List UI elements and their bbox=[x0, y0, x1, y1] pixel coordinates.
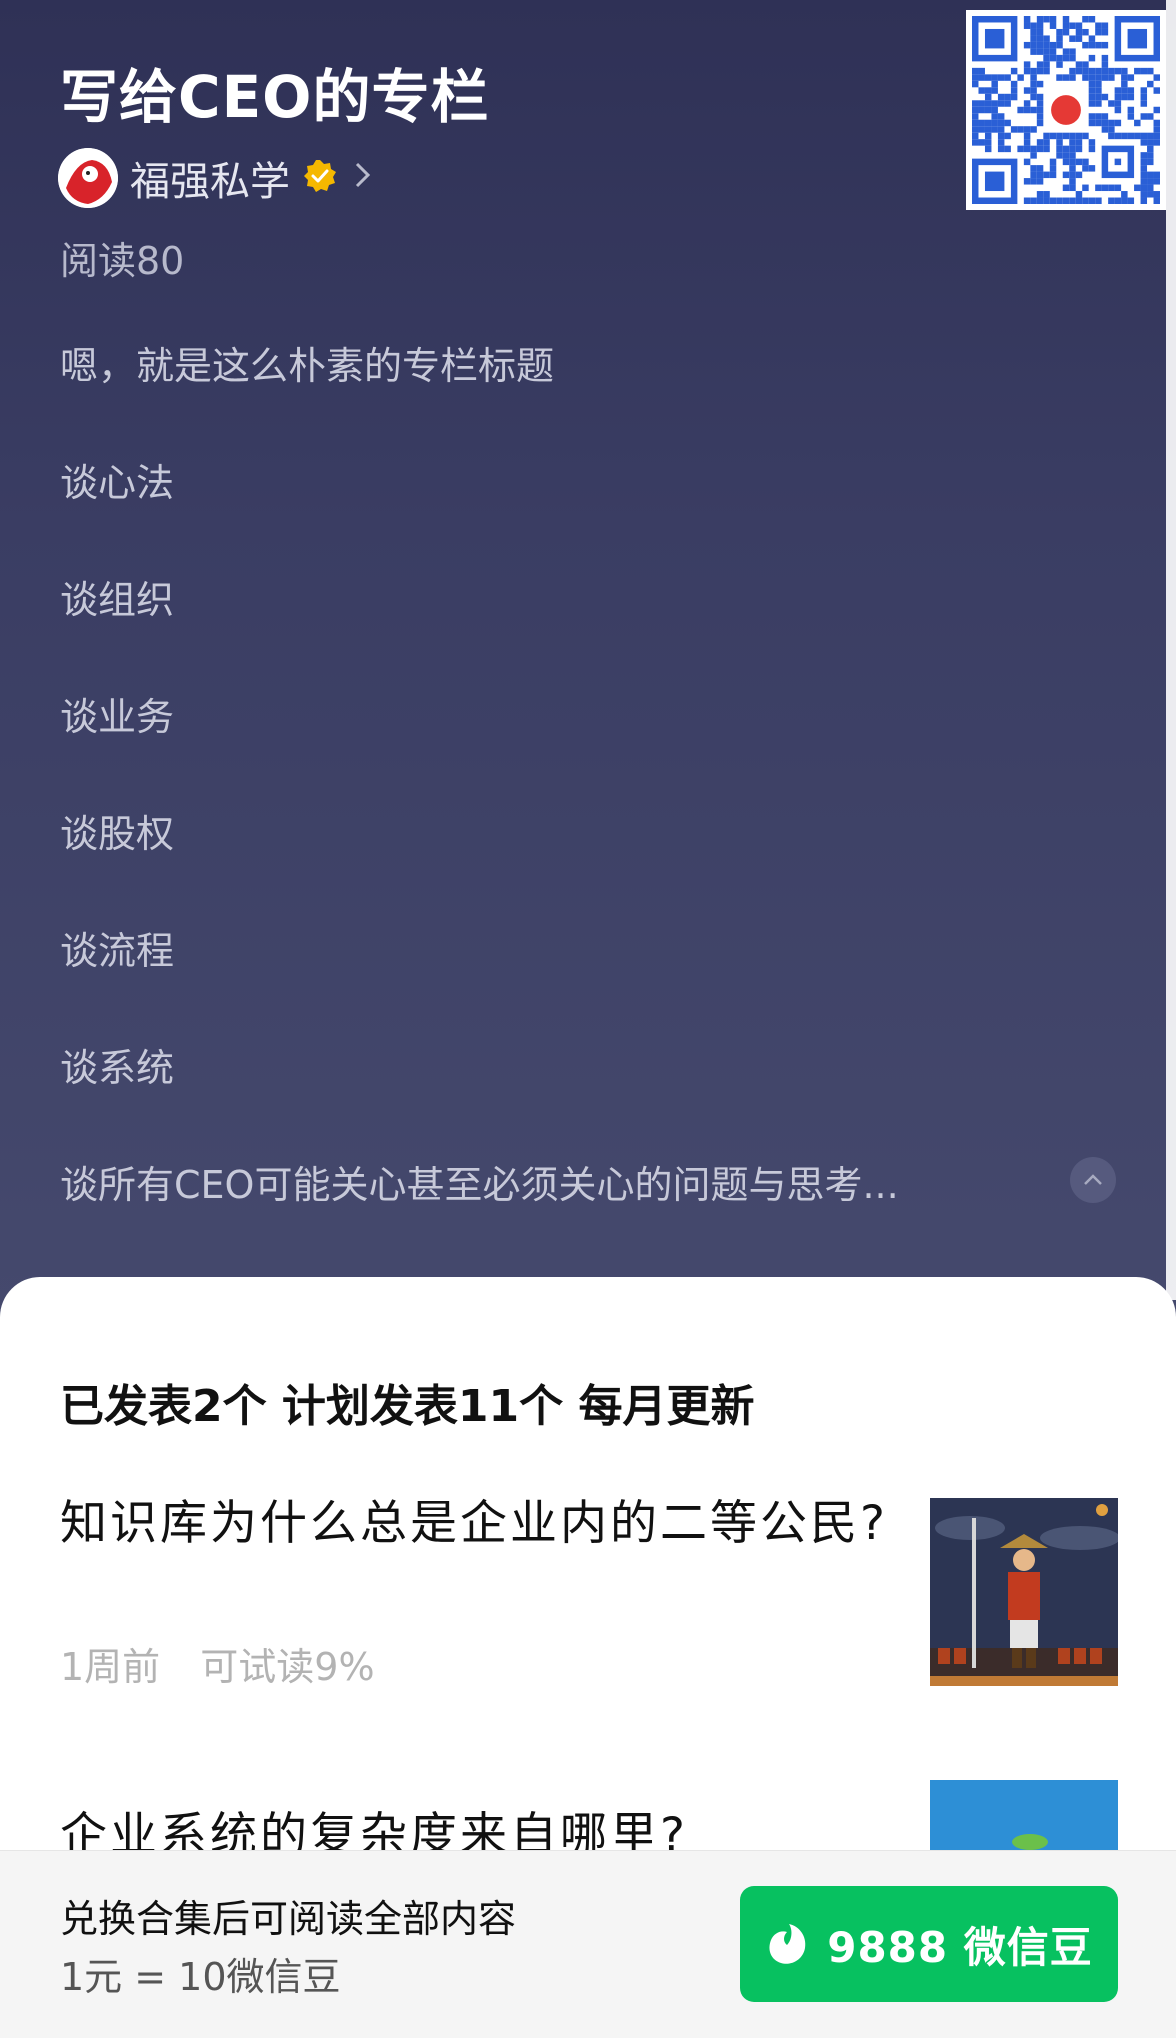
avatar[interactable] bbox=[58, 148, 118, 208]
chevron-right-icon[interactable] bbox=[354, 158, 372, 199]
edge-strip bbox=[1166, 0, 1176, 1300]
exchange-button-label: 9888 微信豆 bbox=[827, 1922, 1093, 1972]
publish-stats: 已发表2个 计划发表11个 每月更新 bbox=[60, 1381, 755, 1432]
description-line: 谈股权 bbox=[60, 812, 175, 856]
collapse-button[interactable] bbox=[1070, 1157, 1116, 1203]
wechat-bean-icon bbox=[769, 1924, 806, 1964]
unlock-hint: 兑换合集后可阅读全部内容 bbox=[60, 1897, 517, 1941]
description-line: 谈流程 bbox=[60, 929, 175, 973]
exchange-rate: 1元 = 10微信豆 bbox=[60, 1955, 341, 1999]
author-row[interactable]: 福强私学 bbox=[58, 148, 372, 208]
read-count: 阅读80 bbox=[60, 239, 185, 283]
description-line: 谈心法 bbox=[60, 461, 175, 505]
author-name[interactable]: 福强私学 bbox=[130, 149, 290, 207]
article-title[interactable]: 知识库为什么总是企业内的二等公民? bbox=[60, 1490, 890, 1558]
article-meta: 1周前 可试读9% bbox=[60, 1636, 375, 1691]
chevron-up-icon bbox=[1084, 1174, 1102, 1185]
article-trial: 可试读9% bbox=[200, 1645, 375, 1689]
article-thumbnail[interactable] bbox=[930, 1498, 1118, 1686]
article-time: 1周前 bbox=[60, 1645, 161, 1689]
qr-code bbox=[966, 10, 1166, 210]
verified-badge-icon bbox=[302, 158, 338, 198]
exchange-button[interactable]: 9888 微信豆 bbox=[740, 1886, 1118, 2002]
description-line: 嗯，就是这么朴素的专栏标题 bbox=[60, 344, 555, 388]
description-line: 谈业务 bbox=[60, 695, 175, 739]
description-line: 谈所有CEO可能关心甚至必须关心的问题与思考... bbox=[60, 1163, 899, 1207]
description-line: 谈系统 bbox=[60, 1046, 175, 1090]
column-title: 写给CEO的专栏 bbox=[60, 63, 490, 131]
description-line: 谈组织 bbox=[60, 578, 175, 622]
